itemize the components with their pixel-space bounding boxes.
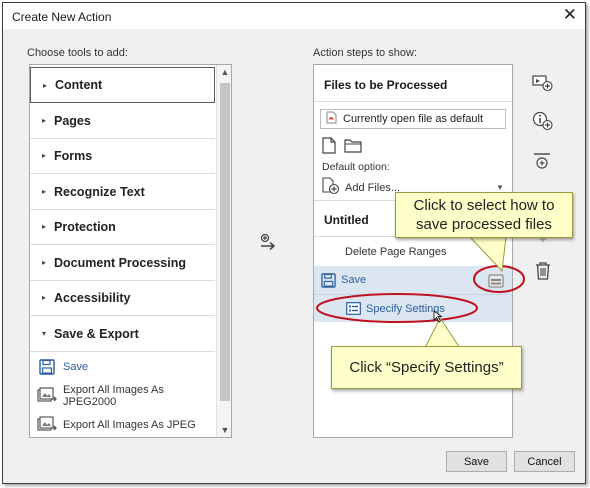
chevron-right-icon: ▸ (41, 151, 46, 160)
step-options-icon[interactable] (488, 274, 504, 288)
scroll-up-icon[interactable]: ▲ (217, 65, 231, 79)
floppy-disk-icon (37, 358, 57, 376)
category-pages[interactable]: ▸ Pages (30, 103, 215, 139)
category-label: Accessibility (54, 290, 131, 305)
pdf-file-icon (326, 111, 337, 127)
category-label: Save & Export (54, 326, 139, 341)
callout-line: Click “Specify Settings” (349, 359, 504, 376)
category-forms[interactable]: ▸ Forms (30, 138, 215, 174)
step-label: Save (341, 274, 367, 286)
category-document-processing[interactable]: ▸ Document Processing (30, 245, 215, 281)
window-title: Create New Action (12, 10, 112, 24)
step-label: Specify Settings (366, 302, 445, 315)
callout-line: save processed files (416, 216, 552, 233)
floppy-disk-icon (321, 272, 336, 288)
title-bar: Create New Action ✕ (3, 3, 585, 29)
chevron-right-icon: ▸ (41, 116, 46, 125)
tools-panel: ▸ Content ▸ Pages ▸ Forms ▸ Recognize Te… (29, 64, 232, 438)
category-label: Document Processing (54, 255, 186, 270)
add-files-label: Add Files... (345, 181, 401, 194)
delete-trash-icon[interactable] (532, 260, 554, 282)
add-instruction-info-icon[interactable] (532, 110, 554, 132)
add-divider-icon[interactable] (532, 150, 554, 172)
step-save[interactable]: Save (314, 266, 512, 294)
settings-list-icon (346, 302, 361, 315)
default-file-text: Currently open file as default (343, 113, 484, 125)
add-files-icon (322, 177, 340, 198)
cancel-button[interactable]: Cancel (514, 451, 575, 472)
tool-export-jpeg2000[interactable]: Export All Images As JPEG2000 (30, 381, 215, 410)
category-label: Pages (54, 113, 91, 128)
category-label: Content (55, 78, 103, 92)
category-accessibility[interactable]: ▸ Accessibility (30, 280, 215, 316)
tool-save[interactable]: Save (30, 352, 215, 381)
add-file-icon[interactable] (322, 137, 336, 157)
tool-label: Export All Images As JPEG2000 (63, 383, 164, 408)
scroll-down-icon[interactable]: ▼ (217, 423, 231, 437)
callout-line: Click to select how to (413, 197, 555, 214)
tools-scrollbar[interactable]: ▲ ▼ (216, 65, 231, 437)
file-source-icons (322, 137, 362, 157)
category-save-export[interactable]: ▾ Save & Export (30, 316, 215, 352)
step-label: Delete Page Ranges (345, 245, 447, 258)
chevron-right-icon: ▸ (41, 293, 46, 302)
category-protection[interactable]: ▸ Protection (30, 209, 215, 245)
export-images-icon (37, 415, 57, 434)
add-to-steps-icon[interactable] (259, 233, 277, 256)
action-steps-label: Action steps to show: (313, 47, 417, 59)
callout-specify-settings: Click “Specify Settings” (331, 346, 522, 389)
step-options-icon[interactable] (488, 244, 504, 258)
choose-tools-label: Choose tools to add: (27, 47, 128, 59)
chevron-right-icon: ▸ (41, 187, 46, 196)
files-section-header: Files to be Processed (314, 65, 512, 102)
chevron-down-icon: ▼ (496, 183, 504, 192)
category-label: Forms (54, 148, 93, 163)
close-button[interactable]: ✕ (563, 6, 577, 24)
category-label: Recognize Text (54, 184, 145, 199)
files-section-title: Files to be Processed (324, 78, 448, 92)
step-specify-settings[interactable]: Specify Settings (314, 294, 512, 322)
chevron-right-icon: ▸ (41, 222, 46, 231)
category-recognize-text[interactable]: ▸ Recognize Text (30, 174, 215, 210)
category-content[interactable]: ▸ Content (30, 67, 215, 103)
chevron-right-icon: ▸ (42, 80, 47, 90)
tool-label: Save (63, 360, 89, 373)
callout-select-how-to-save: Click to select how to save processed fi… (395, 192, 573, 238)
save-button[interactable]: Save (446, 451, 507, 472)
add-instruction-step-icon[interactable] (532, 72, 554, 94)
scroll-thumb[interactable] (220, 83, 230, 401)
default-option-label: Default option: (322, 161, 390, 173)
group-title: Untitled (324, 213, 369, 227)
category-label: Protection (54, 219, 116, 234)
export-images-icon (37, 386, 57, 405)
chevron-right-icon: ▸ (41, 258, 46, 267)
chevron-down-icon: ▾ (41, 329, 46, 338)
step-delete-page-ranges[interactable]: Delete Page Ranges (314, 237, 512, 266)
add-folder-icon[interactable] (344, 137, 362, 157)
default-file-field[interactable]: Currently open file as default (320, 109, 506, 129)
tool-label: Export All Images As JPEG (63, 418, 196, 431)
tool-export-jpeg[interactable]: Export All Images As JPEG (30, 410, 215, 437)
